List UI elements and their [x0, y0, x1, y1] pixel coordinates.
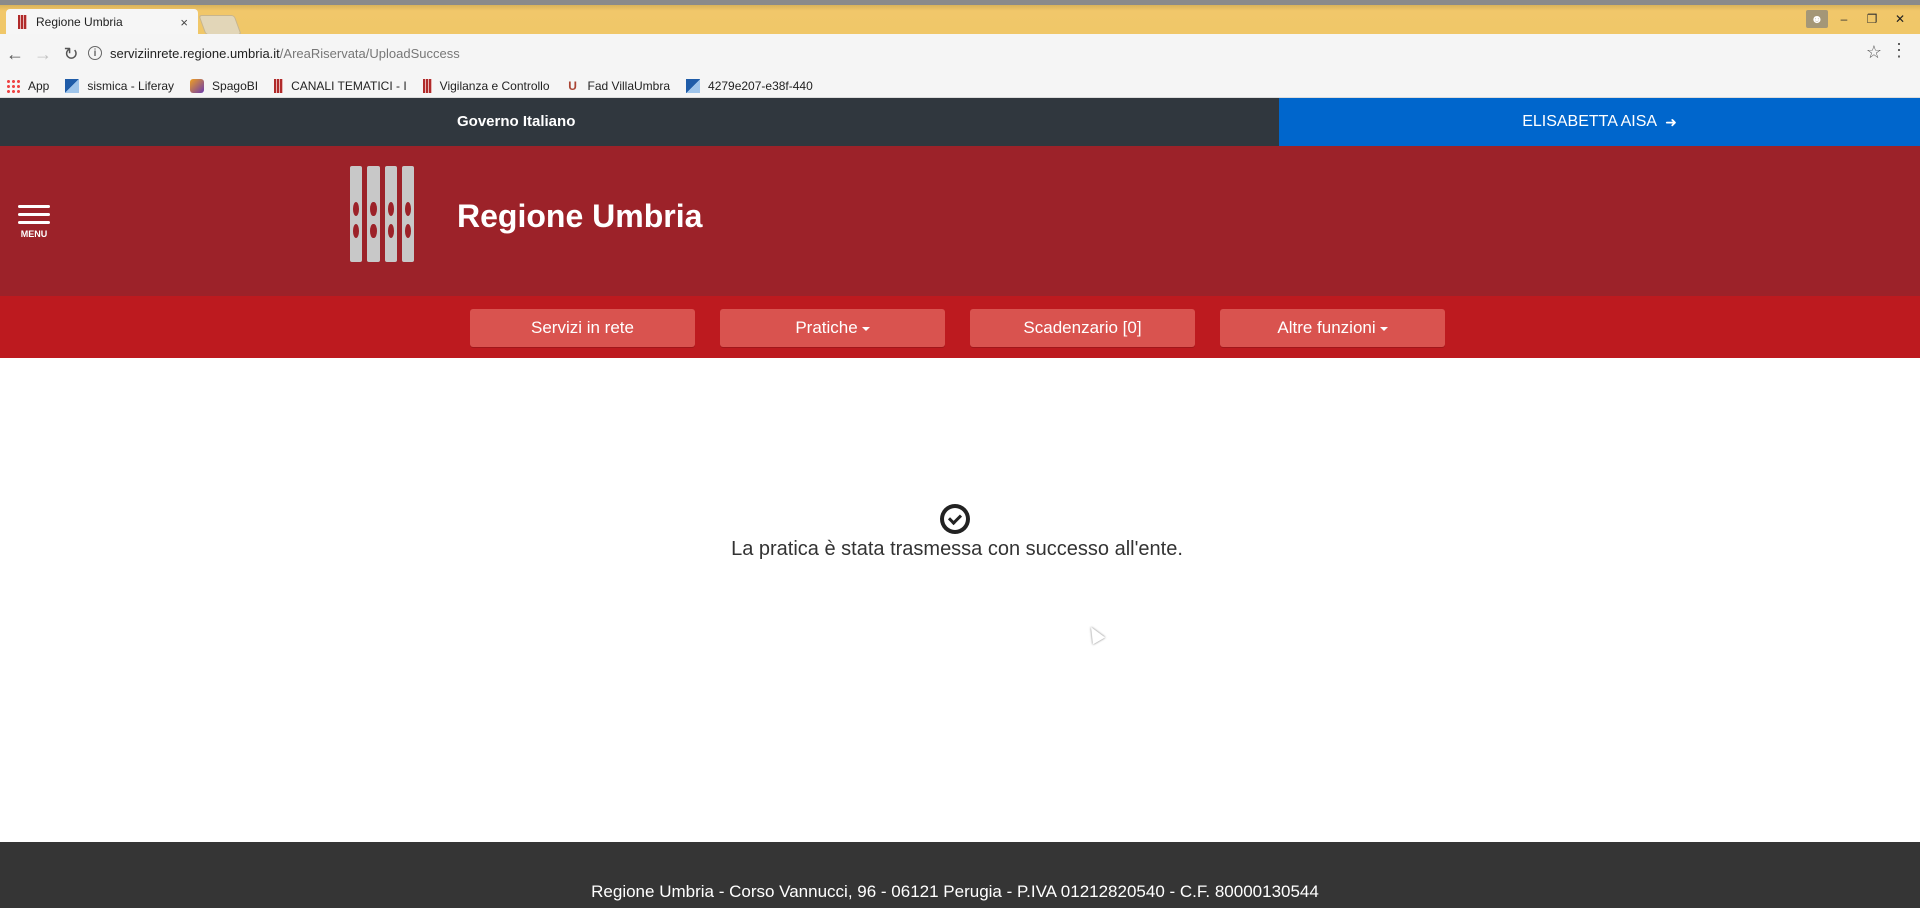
site-header: MENU Regione Umbria — [0, 146, 1920, 296]
logo-column — [384, 166, 397, 262]
user-logout-button[interactable]: ELISABETTA AISA ➜ — [1279, 98, 1920, 146]
nav-label: Altre funzioni — [1277, 318, 1376, 337]
nav-label: Servizi in rete — [531, 318, 634, 337]
bookmark-sismica[interactable]: sismica - Liferay — [65, 78, 174, 93]
profile-icon[interactable]: ☻ — [1806, 10, 1828, 28]
liferay-icon — [686, 78, 701, 93]
regione-favicon-icon — [274, 78, 284, 93]
bookmark-fad-villaumbra[interactable]: U Fad VillaUmbra — [566, 79, 670, 93]
browser-toolbar: ← → ↻ i serviziinrete.regione.umbria.it /… — [0, 34, 1920, 74]
nav-pratiche-dropdown[interactable]: Pratiche — [720, 309, 945, 347]
nav-label: Scadenzario [0] — [1023, 318, 1142, 337]
hamburger-icon-bar — [18, 221, 50, 224]
new-tab-button[interactable] — [198, 15, 242, 35]
site-title[interactable]: Regione Umbria — [457, 198, 702, 235]
bookmarks-bar: App sismica - Liferay SpagoBI CANALI TEM… — [0, 74, 1920, 98]
browser-titlebar: Regione Umbria × ☻ – ❐ ✕ — [0, 0, 1920, 35]
logo-column — [350, 166, 363, 262]
footer-address: Regione Umbria - Corso Vannucci, 96 - 06… — [591, 882, 1319, 901]
browser-tab[interactable]: Regione Umbria × — [6, 9, 198, 35]
logo-column — [367, 166, 380, 262]
user-name: ELISABETTA AISA — [1522, 113, 1658, 130]
villaumbra-icon: U — [568, 78, 577, 93]
window-close-icon[interactable]: ✕ — [1888, 10, 1912, 28]
tab-title: Regione Umbria — [36, 15, 123, 29]
window-controls: ☻ – ❐ ✕ — [1806, 10, 1912, 28]
main-content: La pratica è stata trasmessa con success… — [0, 358, 1920, 842]
tab-close-icon[interactable]: × — [180, 15, 188, 30]
checkmark — [947, 510, 963, 525]
main-nav: Servizi in rete Pratiche Scadenzario [0]… — [0, 296, 1920, 358]
menu-button[interactable]: MENU — [18, 205, 50, 239]
bookmark-app[interactable]: App — [6, 78, 49, 93]
url-path: /AreaRiservata/UploadSuccess — [279, 45, 460, 61]
browser-menu-icon[interactable]: ⋮ — [1890, 40, 1908, 61]
address-bar[interactable]: i serviziinrete.regione.umbria.it/AreaRi… — [88, 42, 1898, 64]
spagobi-icon — [190, 78, 205, 93]
site-info-icon[interactable]: i — [88, 46, 102, 60]
caret-down-icon — [1379, 327, 1388, 331]
back-arrow-icon[interactable]: ← — [2, 41, 28, 67]
success-message: La pratica è stata trasmessa con success… — [731, 538, 1183, 560]
site-footer: Regione Umbria - Corso Vannucci, 96 - 06… — [0, 842, 1920, 908]
nav-servizi-in-rete[interactable]: Servizi in rete — [470, 309, 695, 347]
forward-arrow-icon[interactable]: → — [30, 41, 56, 67]
gov-bar: Governo Italiano ELISABETTA AISA ➜ — [0, 98, 1920, 146]
logout-icon: ➜ — [1665, 113, 1677, 130]
bookmark-spagobi[interactable]: SpagoBI — [190, 78, 258, 93]
logo-column — [401, 166, 414, 262]
check-circle-icon — [940, 504, 970, 534]
minimize-icon[interactable]: – — [1832, 10, 1856, 28]
bookmark-uuid[interactable]: 4279e207-e38f-440 — [686, 78, 813, 93]
regione-favicon-icon — [18, 15, 27, 29]
bookmark-vigilanza[interactable]: Vigilanza e Controllo — [422, 78, 550, 93]
apps-grid-icon — [6, 78, 20, 93]
caret-down-icon — [861, 327, 870, 331]
regione-logo[interactable] — [350, 166, 414, 262]
liferay-icon — [65, 78, 80, 93]
reload-icon[interactable]: ↻ — [58, 41, 84, 67]
restore-icon[interactable]: ❐ — [1860, 10, 1884, 28]
url-host: serviziinrete.regione.umbria.it — [110, 45, 280, 61]
nav-scadenzario[interactable]: Scadenzario [0] — [970, 309, 1195, 347]
hamburger-icon — [18, 205, 50, 208]
regione-favicon-icon — [422, 78, 432, 93]
nav-altre-funzioni-dropdown[interactable]: Altre funzioni — [1220, 309, 1445, 347]
mouse-cursor-icon — [1084, 623, 1106, 645]
governo-italiano-link[interactable]: Governo Italiano — [457, 113, 575, 130]
nav-label: Pratiche — [795, 318, 858, 337]
hamburger-icon-bar — [18, 213, 50, 216]
bookmark-canali-tematici[interactable]: CANALI TEMATICI - I — [274, 78, 407, 93]
check-circle-inner — [944, 508, 966, 530]
menu-label: MENU — [20, 229, 48, 239]
bookmark-star-icon[interactable]: ☆ — [1866, 42, 1882, 63]
